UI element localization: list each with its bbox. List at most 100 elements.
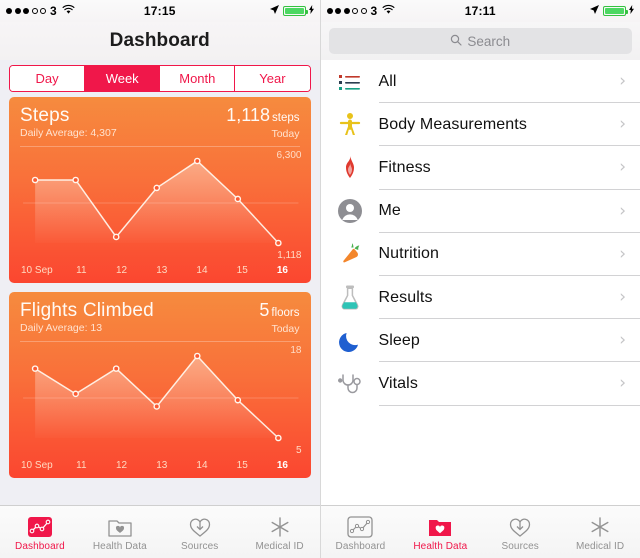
search-input[interactable]: Search — [328, 28, 632, 54]
card-value: 5 floors — [259, 300, 299, 323]
tab-dashboard[interactable]: Dashboard — [0, 506, 80, 558]
screenshot-root: 3 17:15 Dashboard Day Week Month Year St… — [0, 0, 640, 558]
search-icon — [450, 34, 462, 49]
navigation-bar: Dashboard — [0, 22, 320, 60]
tab-bar-right: Dashboard Health Data Sources Medical ID — [320, 505, 640, 558]
dashboard-screen: 3 17:15 Dashboard Day Week Month Year St… — [0, 0, 320, 558]
x-tick: 15 — [236, 460, 248, 471]
tab-sources[interactable]: Sources — [160, 506, 240, 558]
list-item-body-measurements[interactable]: Body Measurements › — [320, 103, 640, 147]
card-value-number: 5 — [259, 300, 270, 320]
chevron-right-icon: › — [619, 243, 626, 264]
sources-download-heart-icon — [187, 512, 213, 538]
chevron-right-icon: › — [619, 330, 626, 351]
tab-dashboard[interactable]: Dashboard — [321, 506, 401, 558]
chart-flights: 18 5 — [9, 342, 311, 460]
chart-flights-ymax: 18 — [290, 345, 302, 356]
list-item-label: Nutrition — [378, 245, 439, 263]
x-tick: 10 Sep — [21, 265, 53, 276]
list-item-vitals[interactable]: Vitals › — [320, 362, 640, 406]
chart-steps: 6,300 1,118 — [9, 147, 311, 265]
sleep-moon-icon — [333, 326, 367, 356]
chart-data-point — [193, 352, 201, 360]
chevron-right-icon: › — [619, 157, 626, 178]
list-item-results[interactable]: Results › — [320, 275, 640, 320]
chevron-right-icon: › — [619, 200, 626, 221]
tab-sources[interactable]: Sources — [480, 506, 560, 558]
tab-label: Sources — [501, 541, 539, 552]
card-steps-header-right: 1,118 steps Today — [226, 105, 299, 141]
card-steps-header: Steps Daily Average: 4,307 1,118 steps To… — [9, 97, 311, 146]
x-tick: 11 — [76, 265, 87, 276]
x-tick: 10 Sep — [21, 460, 53, 471]
x-tick: 12 — [115, 265, 128, 276]
card-steps[interactable]: Steps Daily Average: 4,307 1,118 steps To… — [9, 97, 311, 283]
chart-flights-xaxis: 10 Sep 11 12 13 14 15 16 — [9, 460, 311, 478]
list-item-nutrition[interactable]: Nutrition › — [320, 232, 640, 277]
search-bar-wrap: Search — [320, 22, 640, 60]
card-flights-climbed[interactable]: Flights Climbed Daily Average: 13 5 floor… — [9, 292, 311, 478]
list-item-all[interactable]: All › — [320, 60, 640, 104]
fitness-flame-icon — [333, 153, 367, 183]
card-subtitle: Daily Average: 4,307 — [20, 127, 117, 139]
list-item-me[interactable]: Me › — [320, 189, 640, 233]
health-data-folder-icon — [427, 512, 453, 538]
chart-flights-ymin: 5 — [295, 445, 302, 456]
chart-data-point — [112, 365, 120, 372]
list-item-label: Sleep — [378, 331, 420, 349]
tab-label: Dashboard — [15, 541, 65, 552]
chart-data-point — [275, 239, 282, 247]
card-title: Steps — [20, 105, 70, 126]
chevron-right-icon: › — [619, 71, 626, 92]
chevron-right-icon: › — [619, 373, 626, 394]
health-data-folder-icon — [107, 512, 133, 538]
tab-health-data[interactable]: Health Data — [400, 506, 480, 558]
segment-year[interactable]: Year — [234, 66, 310, 91]
card-today-label: Today — [271, 128, 300, 140]
time-range-segmented-control[interactable]: Day Week Month Year — [9, 65, 311, 92]
tab-label: Sources — [180, 541, 219, 552]
clock-label: 17:15 — [143, 4, 176, 18]
chart-steps-ymax: 6,300 — [276, 150, 302, 161]
vitals-stethoscope-icon — [333, 369, 367, 399]
tab-medical-id[interactable]: Medical ID — [240, 506, 320, 558]
tab-health-data[interactable]: Health Data — [80, 506, 160, 558]
list-item-label: Vitals — [378, 374, 418, 392]
x-tick-today: 16 — [276, 265, 288, 276]
chart-flights-svg — [23, 352, 299, 442]
tab-medical-id[interactable]: Medical ID — [560, 506, 640, 558]
card-value: 1,118 steps — [226, 105, 299, 128]
card-subtitle: Daily Average: 13 — [20, 322, 103, 334]
segment-month[interactable]: Month — [159, 66, 235, 91]
chevron-right-icon: › — [619, 114, 626, 135]
battery-icon — [603, 6, 628, 16]
card-today-label: Today — [271, 323, 300, 335]
chevron-right-icon: › — [619, 287, 626, 308]
segment-week[interactable]: Week — [84, 66, 160, 91]
list-item-fitness[interactable]: Fitness › — [320, 146, 640, 190]
tab-label: Dashboard — [335, 541, 386, 552]
segment-day[interactable]: Day — [10, 66, 85, 91]
chart-data-point — [72, 176, 79, 184]
x-tick-today: 16 — [276, 460, 288, 471]
status-bar-right: 3 17:11 — [320, 0, 640, 22]
nutrition-carrot-icon — [333, 239, 367, 269]
tab-label: Health Data — [413, 541, 468, 552]
chart-steps-ymin: 1,118 — [277, 250, 302, 261]
chart-data-point — [234, 195, 242, 203]
clock-label: 17:11 — [464, 4, 496, 18]
chart-data-point — [112, 233, 120, 241]
x-tick: 11 — [76, 460, 87, 471]
list-item-sleep[interactable]: Sleep › — [320, 319, 640, 363]
tab-label: Medical ID — [575, 541, 625, 552]
chart-data-point — [72, 390, 79, 398]
chart-data-point — [31, 176, 39, 184]
card-value-number: 1,118 — [226, 105, 270, 125]
search-placeholder: Search — [467, 33, 511, 49]
list-item-label: Body Measurements — [378, 115, 527, 133]
x-tick: 14 — [196, 265, 208, 276]
me-person-icon — [333, 196, 367, 226]
page-title: Dashboard — [109, 30, 210, 51]
results-flask-icon — [333, 283, 367, 313]
tab-label: Medical ID — [255, 541, 304, 552]
